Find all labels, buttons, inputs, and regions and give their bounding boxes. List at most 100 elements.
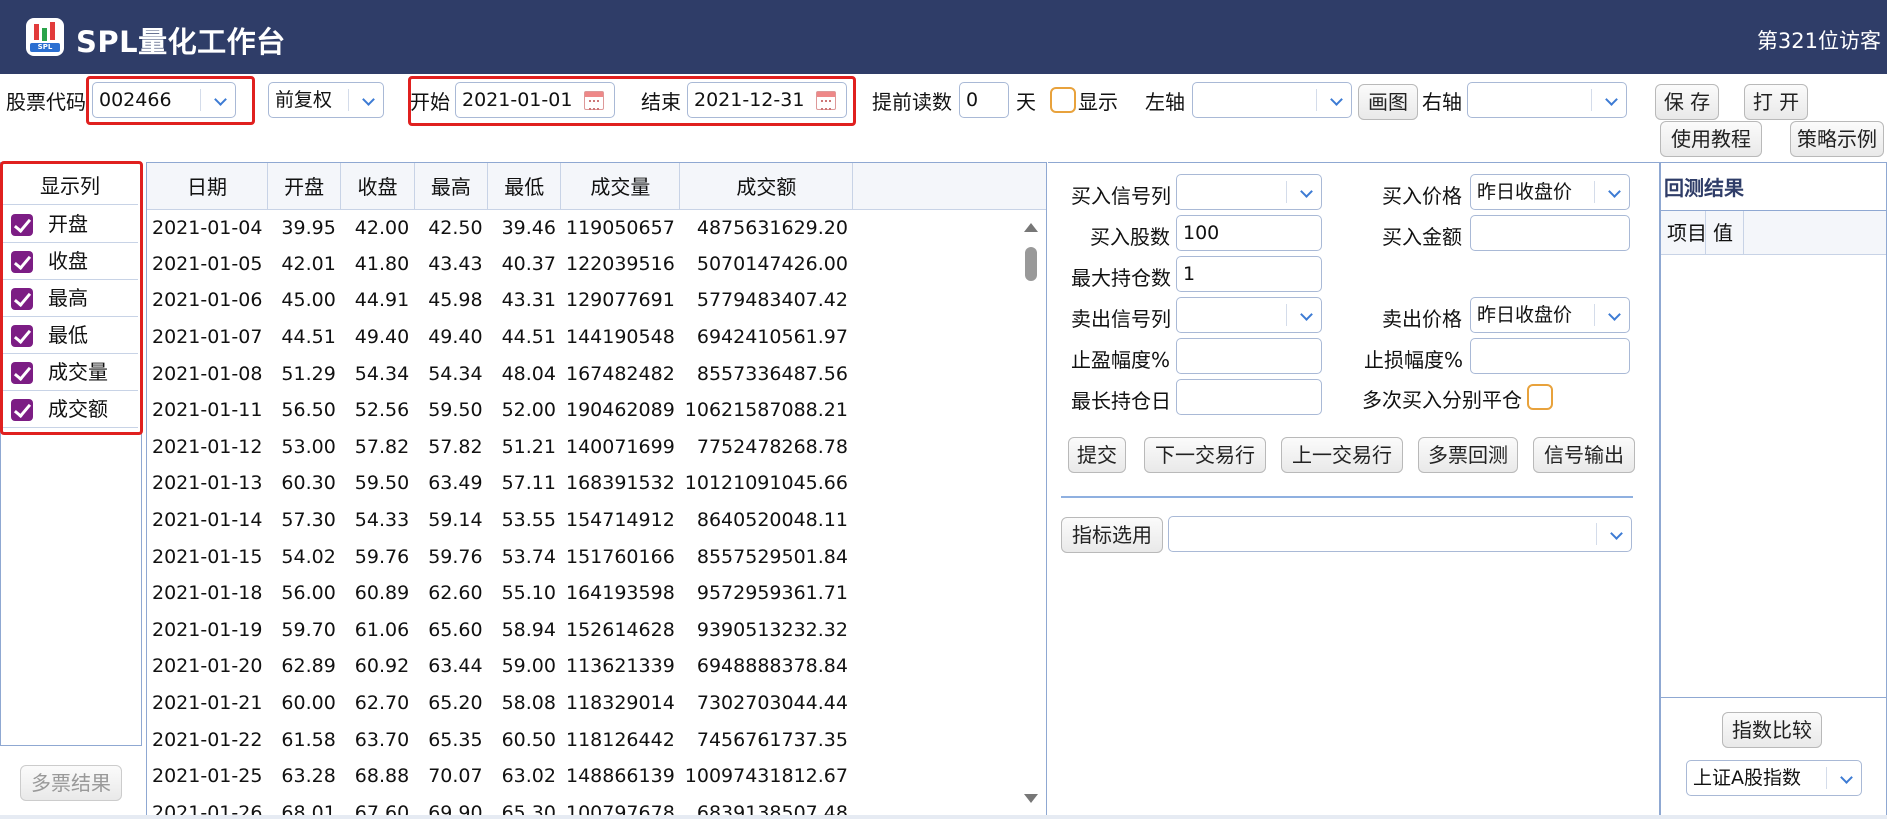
right-axis-label: 右轴	[1422, 90, 1462, 114]
column-header[interactable]: 收盘	[340, 163, 415, 210]
table-cell: 2021-01-18	[152, 582, 263, 605]
table-cell: 167482482	[565, 362, 675, 385]
sell-signal-select[interactable]	[1176, 297, 1322, 333]
stop-loss-input[interactable]	[1470, 338, 1630, 374]
scroll-thumb[interactable]	[1025, 247, 1037, 281]
app-title: SPL量化工作台	[76, 25, 286, 59]
table-row[interactable]: 2021-01-19 59.70 61.06 65.60 58.94 152614628 9…	[147, 612, 1046, 649]
table-cell: 63.49	[428, 472, 483, 495]
table-cell: 70.07	[428, 765, 483, 788]
table-row[interactable]: 2021-01-25 63.28 68.88 70.07 63.02 148866139 1…	[147, 758, 1046, 795]
save-button[interactable]: 保 存	[1655, 84, 1719, 120]
multi-buy-checkbox[interactable]	[1527, 384, 1553, 410]
draw-button[interactable]: 画图	[1358, 84, 1418, 120]
table-cell: 41.80	[354, 252, 410, 275]
table-cell: 6942410561.97	[696, 326, 848, 349]
buy-signal-select[interactable]	[1176, 174, 1322, 210]
table-row[interactable]: 2021-01-18 56.00 60.89 62.60 55.10 164193598 9…	[147, 575, 1046, 612]
scroll-down-icon[interactable]	[1024, 794, 1038, 803]
multi-backtest-button[interactable]: 多票回测	[1418, 437, 1518, 473]
table-cell: 43.43	[428, 252, 483, 275]
column-header[interactable]: 最低	[487, 163, 562, 210]
table-cell: 54.33	[354, 509, 410, 532]
column-header[interactable]: 日期	[147, 163, 268, 210]
spl-logo-icon: SPL	[26, 18, 64, 56]
table-cell: 8557336487.56	[696, 362, 848, 385]
table-cell-filler	[853, 319, 1046, 356]
table-cell: 52.00	[501, 399, 556, 422]
table-row[interactable]: 2021-01-14 57.30 54.33 59.14 53.55 154714912 8…	[147, 502, 1046, 539]
index-select[interactable]: 上证A股指数	[1686, 760, 1862, 796]
table-cell: 2021-01-13	[152, 472, 263, 495]
table-row[interactable]: 2021-01-12 53.00 57.82 57.82 51.21 140071699 7…	[147, 429, 1046, 466]
signal-output-button[interactable]: 信号输出	[1533, 437, 1635, 473]
table-cell: 168391532	[565, 472, 675, 495]
table-row[interactable]: 2021-01-06 45.00 44.91 45.98 43.31 129077691 5…	[147, 282, 1046, 319]
table-cell: 8640520048.11	[696, 509, 848, 532]
table-row[interactable]: 2021-01-07 44.51 49.40 49.40 44.51 144190548 6…	[147, 319, 1046, 356]
table-cell-filler	[853, 795, 1046, 816]
table-cell: 62.70	[354, 692, 410, 715]
table-cell: 63.02	[501, 765, 556, 788]
scroll-up-icon[interactable]	[1024, 223, 1038, 232]
column-header[interactable]: 项目	[1667, 211, 1707, 255]
table-cell: 59.50	[354, 472, 410, 495]
adjust-select[interactable]: 前复权	[268, 82, 384, 118]
table-cell: 57.82	[354, 435, 410, 458]
next-trade-button[interactable]: 下一交易行	[1144, 437, 1266, 473]
table-row[interactable]: 2021-01-13 60.30 59.50 63.49 57.11 168391532 1…	[147, 465, 1046, 502]
column-header[interactable]: 值	[1713, 211, 1733, 255]
index-compare-button[interactable]: 指数比较	[1722, 712, 1822, 748]
take-profit-input[interactable]	[1176, 338, 1322, 374]
table-row[interactable]: 2021-01-22 61.58 63.70 65.35 60.50 118126442 7…	[147, 721, 1046, 758]
buy-amount-input[interactable]	[1470, 215, 1630, 251]
indicator-select[interactable]	[1168, 516, 1632, 552]
table-cell: 2021-01-12	[152, 435, 263, 458]
column-header[interactable]: 成交量	[560, 163, 681, 210]
table-cell: 140071699	[565, 435, 675, 458]
table-cell: 2021-01-05	[152, 252, 263, 275]
left-axis-select[interactable]	[1192, 82, 1352, 118]
preread-label: 提前读数	[872, 90, 952, 114]
column-header[interactable]: 开盘	[267, 163, 342, 210]
table-row[interactable]: 2021-01-20 62.89 60.92 63.44 59.00 113621339 6…	[147, 648, 1046, 685]
multi-result-button[interactable]: 多票结果	[20, 765, 122, 801]
show-label: 显示	[1078, 90, 1118, 114]
table-cell: 6948888378.84	[696, 655, 848, 678]
column-header[interactable]: 成交额	[679, 163, 854, 210]
buy-price-select[interactable]: 昨日收盘价	[1470, 174, 1630, 210]
max-hold-input[interactable]	[1176, 379, 1322, 415]
column-header[interactable]: 最高	[414, 163, 489, 210]
preread-input[interactable]: 0	[959, 82, 1009, 118]
table-cell: 61.06	[354, 618, 410, 641]
submit-button[interactable]: 提交	[1068, 437, 1126, 473]
indicator-button[interactable]: 指标选用	[1061, 517, 1163, 553]
tutorial-button[interactable]: 使用教程	[1660, 121, 1762, 157]
table-cell-filler	[853, 685, 1046, 722]
table-cell: 2021-01-07	[152, 326, 263, 349]
table-row[interactable]: 2021-01-04 39.95 42.00 42.50 39.46 119050657 4…	[147, 209, 1046, 246]
buy-signal-label: 买入信号列	[1071, 184, 1171, 208]
table-row[interactable]: 2021-01-05 42.01 41.80 43.43 40.37 122039516 5…	[147, 246, 1046, 283]
table-row[interactable]: 2021-01-26 68.01 67.60 69.90 65.30 100797678 6…	[147, 795, 1046, 816]
strategy-example-button[interactable]: 策略示例	[1790, 121, 1884, 157]
max-position-input[interactable]: 1	[1176, 256, 1322, 292]
table-cell: 54.34	[428, 362, 483, 385]
table-row[interactable]: 2021-01-21 60.00 62.70 65.20 58.08 118329014 7…	[147, 685, 1046, 722]
table-cell-filler	[853, 429, 1046, 466]
chevron-down-icon	[1300, 308, 1313, 321]
table-scrollbar[interactable]	[1020, 215, 1042, 805]
prev-trade-button[interactable]: 上一交易行	[1281, 437, 1403, 473]
right-axis-select[interactable]	[1467, 82, 1627, 118]
table-row[interactable]: 2021-01-15 54.02 59.76 59.76 53.74 151760166 8…	[147, 538, 1046, 575]
table-row[interactable]: 2021-01-11 56.50 52.56 59.50 52.00 190462089 1…	[147, 392, 1046, 429]
divider	[1061, 496, 1633, 498]
show-checkbox[interactable]	[1050, 87, 1076, 113]
table-row[interactable]: 2021-01-08 51.29 54.34 54.34 48.04 167482482 8…	[147, 355, 1046, 392]
table-cell: 60.00	[281, 692, 336, 715]
table-cell: 148866139	[565, 765, 675, 788]
table-cell: 6839138507.48	[696, 801, 848, 816]
open-button[interactable]: 打 开	[1744, 84, 1808, 120]
sell-price-select[interactable]: 昨日收盘价	[1470, 297, 1630, 333]
buy-shares-input[interactable]: 100	[1176, 215, 1322, 251]
